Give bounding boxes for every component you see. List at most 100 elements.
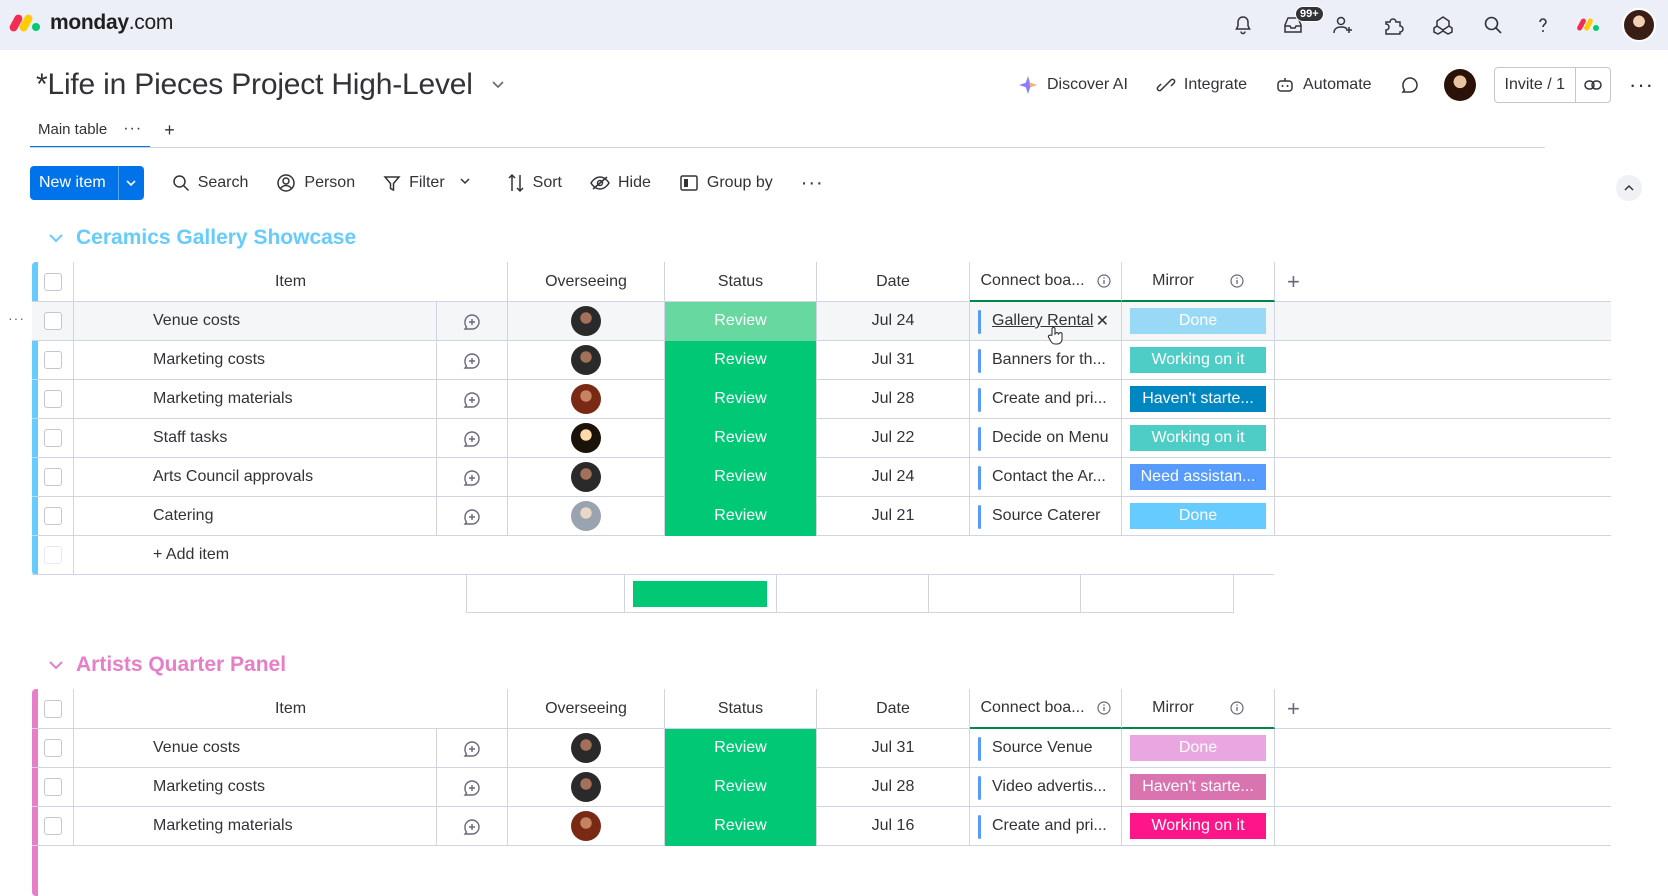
add-update-icon[interactable] [436, 302, 507, 341]
mirror-cell[interactable]: Done [1122, 302, 1275, 341]
person-avatar[interactable] [571, 306, 601, 336]
bell-icon[interactable] [1218, 6, 1268, 44]
group-by-button[interactable]: Group by [679, 174, 773, 192]
connect-cell[interactable]: Banners for th... [970, 341, 1122, 380]
connect-cell[interactable]: Contact the Ar... [970, 458, 1122, 497]
copy-link-icon[interactable] [1576, 68, 1610, 102]
table-row[interactable]: Catering Review Jul 21 Source Caterer Done [32, 496, 1611, 536]
row-checkbox[interactable] [32, 419, 74, 458]
item-cell[interactable]: Marketing materials [74, 380, 508, 419]
date-cell[interactable]: Jul 31 [817, 341, 970, 380]
inbox-icon[interactable]: 99+ [1268, 6, 1324, 44]
filter-button[interactable]: Filter [383, 174, 479, 192]
linked-item[interactable]: Create and pri... [992, 390, 1107, 408]
person-avatar[interactable] [571, 811, 601, 841]
add-item-input[interactable]: + Add item [74, 536, 1274, 575]
help-icon[interactable] [1518, 6, 1568, 44]
column-header-item[interactable]: Item [74, 262, 508, 302]
hide-button[interactable]: Hide [590, 174, 651, 192]
mirror-cell[interactable]: Working on it [1122, 419, 1275, 458]
add-item-row[interactable]: + Add item [32, 536, 1274, 575]
search-button[interactable]: Search [172, 174, 248, 192]
status-cell[interactable]: Review [665, 418, 817, 458]
status-label[interactable]: Review [665, 379, 816, 419]
column-header-date[interactable]: Date [817, 262, 970, 302]
row-checkbox[interactable] [32, 302, 74, 341]
table-row[interactable]: Marketing materials Review Jul 28 Create an… [32, 379, 1611, 419]
more-options-icon[interactable]: ··· [1629, 72, 1654, 98]
connect-cell[interactable]: Create and pri... [970, 380, 1122, 419]
row-checkbox[interactable] [32, 458, 74, 497]
person-avatar[interactable] [571, 384, 601, 414]
status-label[interactable]: Review [665, 340, 816, 380]
date-cell[interactable]: Jul 24 [817, 302, 970, 341]
status-label[interactable]: Review [665, 767, 816, 807]
date-cell[interactable]: Jul 21 [817, 497, 970, 536]
row-checkbox[interactable] [32, 807, 74, 846]
item-name[interactable]: Venue costs [153, 312, 240, 330]
invite-button[interactable]: Invite / 1 [1493, 67, 1612, 103]
chevron-down-icon[interactable] [117, 166, 144, 200]
mirror-cell[interactable]: Working on it [1122, 341, 1275, 380]
status-label[interactable]: Review [665, 418, 816, 458]
item-cell[interactable]: Catering [74, 497, 508, 536]
linked-item[interactable]: Gallery Rental [992, 312, 1093, 330]
row-checkbox[interactable] [32, 497, 74, 536]
item-name[interactable]: Marketing costs [153, 778, 265, 796]
status-cell[interactable]: Review [665, 767, 817, 807]
item-cell[interactable]: Arts Council approvals [74, 458, 508, 497]
person-avatar[interactable] [571, 345, 601, 375]
column-header-overseeing[interactable]: Overseeing [508, 262, 665, 302]
date-cell[interactable]: Jul 31 [817, 729, 970, 768]
linked-item[interactable]: Source Caterer [992, 507, 1101, 525]
row-checkbox[interactable] [32, 380, 74, 419]
search-icon[interactable] [1468, 6, 1518, 44]
more-toolbar-options-icon[interactable]: ··· [801, 172, 824, 195]
linked-item[interactable]: Create and pri... [992, 817, 1107, 835]
item-cell[interactable]: Venue costs [74, 729, 508, 768]
sort-button[interactable]: Sort [507, 173, 562, 193]
invite-member-icon[interactable] [1318, 6, 1368, 44]
table-row[interactable]: Staff tasks Review Jul 22 Decide on Menu Wor… [32, 418, 1611, 458]
item-name[interactable]: Marketing costs [153, 351, 265, 369]
status-cell[interactable]: Review [665, 806, 817, 846]
add-update-icon[interactable] [436, 341, 507, 380]
row-options-icon[interactable]: ··· [8, 310, 25, 326]
select-all-checkbox[interactable] [32, 262, 74, 302]
date-cell[interactable]: Jul 16 [817, 807, 970, 846]
mirror-cell[interactable]: Working on it [1122, 807, 1275, 846]
info-icon[interactable] [1230, 274, 1244, 288]
status-cell[interactable]: Review [665, 340, 817, 380]
table-row[interactable]: Marketing costs Review Jul 31 Banners for t… [32, 340, 1611, 380]
mirror-cell[interactable]: Done [1122, 497, 1275, 536]
column-header-overseeing[interactable]: Overseeing [508, 689, 665, 729]
item-cell[interactable]: Venue costs [74, 302, 508, 341]
status-label[interactable]: Review [665, 806, 816, 846]
item-name[interactable]: Marketing materials [153, 390, 293, 408]
linked-item[interactable]: Banners for th... [992, 351, 1106, 369]
monday-logo[interactable]: monday.com [8, 11, 173, 35]
connect-cell[interactable]: Video advertis... [970, 768, 1122, 807]
table-row[interactable]: Marketing materials Review Jul 16 Create an… [32, 806, 1611, 846]
table-row[interactable]: Arts Council approvals Review Jul 24 Contac… [32, 457, 1611, 497]
automate-button[interactable]: Automate [1275, 75, 1372, 95]
new-item-button[interactable]: New item [30, 166, 144, 200]
updates-icon[interactable] [1400, 75, 1420, 95]
item-name[interactable]: Venue costs [153, 739, 240, 757]
table-row[interactable]: Marketing costs Review Jul 28 Video adverti… [32, 767, 1611, 807]
status-summary-bar[interactable] [633, 581, 767, 607]
person-avatar[interactable] [571, 733, 601, 763]
column-header-connect[interactable]: Connect boa... [970, 689, 1122, 729]
add-column-icon[interactable]: + [1275, 689, 1611, 729]
workspace-icon[interactable] [1418, 6, 1468, 44]
add-update-icon[interactable] [436, 807, 507, 846]
add-column-icon[interactable]: + [1275, 262, 1611, 302]
column-header-status[interactable]: Status [665, 689, 817, 729]
select-all-checkbox[interactable] [32, 689, 74, 729]
tab-main-table[interactable]: Main table ··· [30, 112, 151, 148]
connect-cell[interactable]: Create and pri... [970, 807, 1122, 846]
add-update-icon[interactable] [436, 729, 507, 768]
add-update-icon[interactable] [436, 768, 507, 807]
status-label[interactable]: Review [665, 301, 816, 341]
status-cell[interactable]: Review [665, 379, 817, 419]
